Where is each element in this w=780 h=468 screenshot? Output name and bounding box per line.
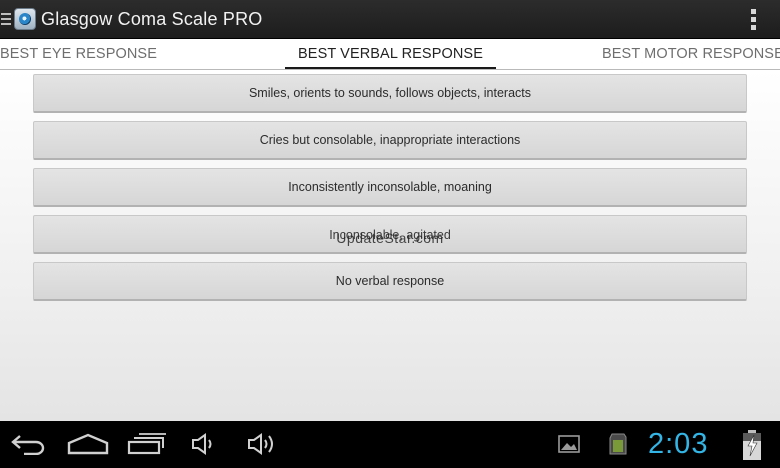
system-navigation-bar: 2:03	[0, 421, 780, 468]
option-button[interactable]: No verbal response	[33, 262, 747, 301]
option-button[interactable]: Smiles, orients to sounds, follows objec…	[33, 74, 747, 113]
option-label: No verbal response	[335, 274, 445, 288]
tab-best-eye-response[interactable]: BEST EYE RESPONSE	[0, 39, 157, 69]
back-icon[interactable]	[10, 433, 47, 455]
tab-best-motor-response[interactable]: BEST MOTOR RESPONSE	[602, 39, 780, 69]
overflow-menu-icon[interactable]	[751, 9, 757, 30]
volume-down-icon[interactable]	[191, 433, 217, 455]
status-clock: 2:03	[648, 428, 709, 460]
tab-best-verbal-response[interactable]: BEST VERBAL RESPONSE	[285, 39, 496, 69]
option-button[interactable]: Inconsolable, agitated UpdateStar.com	[33, 215, 747, 254]
battery-charging-icon	[741, 429, 763, 461]
option-label: Smiles, orients to sounds, follows objec…	[248, 86, 532, 100]
option-button[interactable]: Inconsistently inconsolable, moaning	[33, 168, 747, 207]
app-logo-icon[interactable]	[14, 8, 36, 30]
sd-card-notification-icon[interactable]	[608, 432, 628, 456]
action-bar: Glasgow Coma Scale PRO	[0, 0, 780, 39]
watermark-text: UpdateStar.com	[336, 230, 444, 246]
home-icon[interactable]	[67, 433, 109, 455]
app-title: Glasgow Coma Scale PRO	[41, 8, 263, 29]
option-label: Cries but consolable, inappropriate inte…	[259, 133, 521, 147]
option-label: Inconsistently inconsolable, moaning	[288, 180, 492, 194]
recent-apps-icon[interactable]	[127, 433, 167, 455]
volume-up-icon[interactable]	[247, 432, 279, 456]
option-button[interactable]: Cries but consolable, inappropriate inte…	[33, 121, 747, 160]
gallery-notification-icon[interactable]	[558, 435, 580, 453]
verbal-response-list: Smiles, orients to sounds, follows objec…	[0, 70, 780, 421]
drawer-up-icon[interactable]	[1, 12, 11, 26]
tab-strip: BEST EYE RESPONSE BEST VERBAL RESPONSE B…	[0, 39, 780, 70]
